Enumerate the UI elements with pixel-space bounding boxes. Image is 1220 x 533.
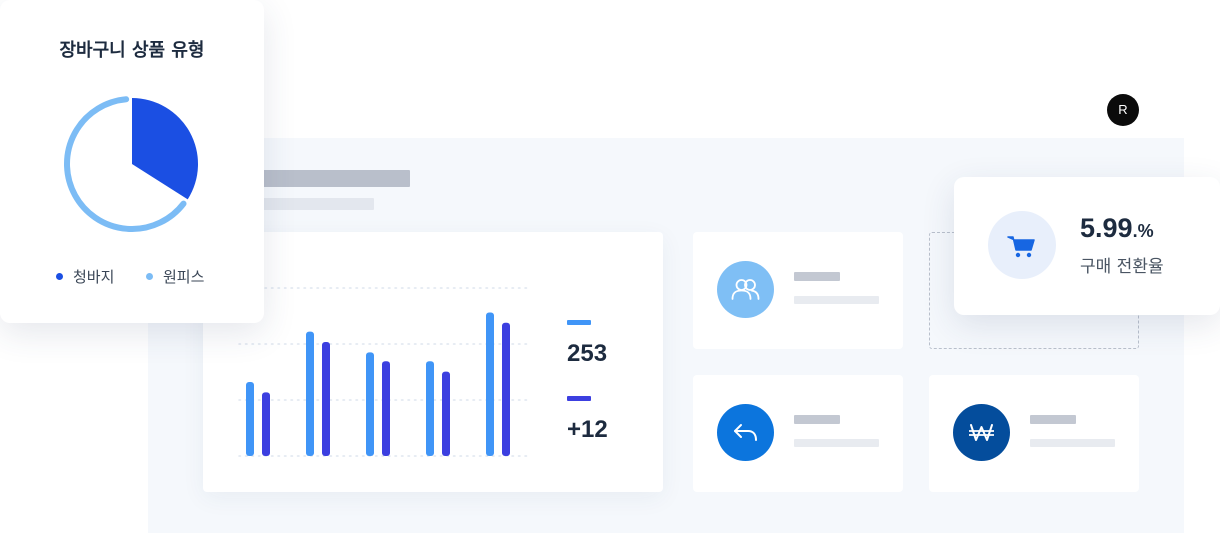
stat-change-marker bbox=[567, 396, 591, 401]
conversion-rate-unit: .% bbox=[1132, 221, 1154, 241]
bar bbox=[306, 331, 314, 456]
users-circle bbox=[717, 261, 774, 318]
cart-icon bbox=[1007, 236, 1035, 258]
placeholder-value bbox=[794, 439, 879, 447]
bar bbox=[262, 392, 270, 456]
pie-card-title: 장바구니 상품 유형 bbox=[59, 40, 205, 61]
stat-total-value: 253 bbox=[567, 340, 608, 367]
stat-change-value: +12 bbox=[567, 416, 608, 443]
placeholder-value bbox=[794, 296, 879, 304]
bar bbox=[486, 312, 494, 456]
legend-label-dress: 원피스 bbox=[163, 268, 205, 286]
bar-chart-card: 253 +12 bbox=[203, 232, 663, 492]
legend-item-jeans: 청바지 bbox=[56, 266, 114, 287]
stat-total-marker bbox=[567, 320, 591, 325]
conversion-rate-value: 5.99.% bbox=[1080, 213, 1154, 244]
users-card[interactable] bbox=[693, 232, 903, 349]
legend-dot-jeans bbox=[56, 273, 63, 280]
legend-dot-dress bbox=[146, 273, 153, 280]
placeholder-value bbox=[1030, 439, 1115, 447]
placeholder-label bbox=[794, 272, 840, 281]
pie-chart bbox=[64, 96, 198, 232]
placeholder-title bbox=[248, 170, 410, 187]
revenue-circle bbox=[953, 404, 1010, 461]
legend-label-jeans: 청바지 bbox=[73, 268, 115, 286]
conversion-rate-number: 5.99 bbox=[1080, 213, 1133, 243]
placeholder-subtitle bbox=[248, 198, 374, 210]
revenue-card[interactable] bbox=[929, 375, 1139, 492]
conversion-rate-label: 구매 전환율 bbox=[1080, 257, 1164, 277]
bar bbox=[382, 361, 390, 456]
bar bbox=[246, 382, 254, 456]
reply-circle bbox=[717, 404, 774, 461]
placeholder-label bbox=[1030, 415, 1076, 424]
reply-arrow-icon bbox=[734, 424, 757, 441]
pie-slice-jeans bbox=[132, 98, 198, 200]
bar bbox=[502, 322, 510, 456]
legend-item-dress: 원피스 bbox=[146, 266, 204, 287]
placeholder-label bbox=[794, 415, 840, 424]
reply-card[interactable] bbox=[693, 375, 903, 492]
users-icon bbox=[731, 279, 760, 300]
bar bbox=[366, 352, 374, 456]
avatar[interactable]: R bbox=[1107, 94, 1139, 126]
won-icon bbox=[969, 424, 994, 441]
conversion-rate-card: 5.99.% 구매 전환율 bbox=[954, 177, 1220, 315]
bar bbox=[442, 371, 450, 456]
cart-product-type-card: 장바구니 상품 유형 청바지 원피스 bbox=[0, 0, 264, 323]
cart-icon-circle bbox=[988, 211, 1056, 279]
bar bbox=[322, 342, 330, 456]
bar bbox=[426, 361, 434, 456]
